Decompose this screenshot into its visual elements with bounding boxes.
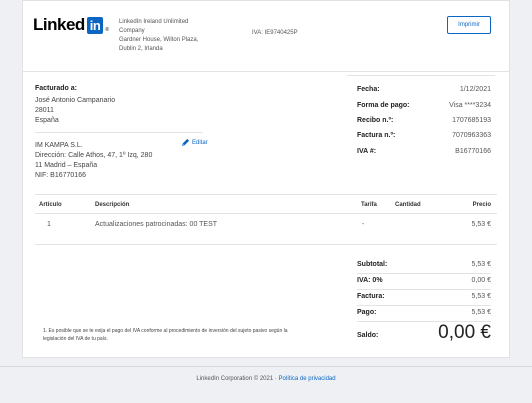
logo-text: Linked bbox=[33, 15, 85, 34]
header-price: Precio bbox=[472, 202, 491, 208]
header-divider bbox=[23, 71, 509, 72]
edit-label: Editar bbox=[192, 139, 208, 146]
company-line: Dublin 2, Irlanda bbox=[119, 46, 163, 52]
info-label: Factura n.º: bbox=[357, 132, 396, 139]
info-label: IVA #: bbox=[357, 148, 377, 155]
billed-to-line: España bbox=[35, 117, 59, 124]
info-value: Visa ****3234 bbox=[449, 102, 491, 109]
vat-value: 0,00 € bbox=[471, 277, 491, 284]
info-label: Recibo n.º: bbox=[357, 117, 394, 124]
billing-company-line: IM KAMPA S.L. bbox=[35, 142, 83, 149]
totals-divider bbox=[357, 305, 491, 306]
logo-in-badge: in bbox=[86, 16, 104, 34]
info-row-vat-number: IVA #: B16770166 bbox=[357, 148, 491, 158]
footer-copyright: LinkedIn Corporation © 2021 · bbox=[196, 376, 277, 382]
header-rate: Tarifa bbox=[361, 202, 377, 208]
info-row-invoice-number: Factura n.º: 7070963363 bbox=[357, 132, 491, 142]
table-header-divider bbox=[35, 213, 497, 214]
info-label: Forma de pago: bbox=[357, 102, 410, 109]
billing-company-line: 11 Madrid – España bbox=[35, 162, 98, 169]
row-description: Actualizaciones patrocinadas: 00 TEST bbox=[95, 221, 218, 228]
subtotal-label: Subtotal: bbox=[357, 261, 388, 268]
info-value: B16770166 bbox=[455, 148, 491, 155]
totals-payment: Pago: 5,53 € bbox=[357, 309, 491, 319]
billed-to-block: José Antonio Campanario 28011 España bbox=[35, 96, 115, 126]
balance-label: Saldo: bbox=[357, 332, 379, 339]
subtotal-value: 5,53 € bbox=[471, 261, 491, 268]
billing-divider bbox=[35, 132, 203, 133]
company-line: LinkedIn Ireland Unlimited bbox=[119, 19, 189, 25]
page-footer: LinkedIn Corporation © 2021 · Política d… bbox=[0, 376, 532, 382]
info-label: Fecha: bbox=[357, 86, 380, 93]
totals-divider bbox=[357, 273, 491, 274]
info-divider bbox=[347, 75, 495, 76]
table-bottom-divider bbox=[35, 244, 497, 245]
invoice-total-value: 5,53 € bbox=[471, 293, 491, 300]
table-top-divider bbox=[35, 194, 497, 195]
billed-to-title: Facturado a: bbox=[35, 85, 78, 92]
print-button[interactable]: Imprimir bbox=[447, 16, 491, 34]
totals-subtotal: Subtotal: 5,53 € bbox=[357, 261, 491, 271]
info-row-payment-method: Forma de pago: Visa ****3234 bbox=[357, 102, 491, 112]
pencil-icon bbox=[181, 138, 190, 147]
logo-trademark: ® bbox=[105, 27, 109, 33]
footer-divider bbox=[0, 366, 532, 367]
totals-vat: IVA: 0% 0,00 € bbox=[357, 277, 491, 287]
info-value: 1707685193 bbox=[452, 117, 491, 124]
info-row-receipt: Recibo n.º: 1707685193 bbox=[357, 117, 491, 127]
header-item: Artículo bbox=[39, 202, 62, 208]
totals-divider bbox=[357, 289, 491, 290]
table-row: 1 Actualizaciones patrocinadas: 00 TEST … bbox=[23, 221, 509, 233]
info-value: 1/12/2021 bbox=[459, 86, 491, 93]
company-line: Gardner House, Wilton Plaza, bbox=[119, 37, 199, 43]
billing-company-line: NIF: B16770166 bbox=[35, 172, 86, 179]
balance-value: 0,00 € bbox=[438, 322, 491, 343]
payment-label: Pago: bbox=[357, 309, 377, 316]
vat-note: 1. Es posible que se te exija el pago de… bbox=[43, 328, 288, 342]
linkedin-logo: Linked in ® bbox=[33, 15, 109, 35]
header-quantity: Cantidad bbox=[395, 202, 421, 208]
billing-company-line: Dirección: Calle Athos, 47, 1º Izq, 280 bbox=[35, 152, 153, 159]
edit-billing-link[interactable]: Editar bbox=[181, 138, 208, 147]
vat-label: IVA: 0% bbox=[357, 277, 383, 284]
totals-invoice: Factura: 5,53 € bbox=[357, 293, 491, 303]
company-address: LinkedIn Ireland Unlimited Company Gardn… bbox=[119, 18, 198, 54]
invoice-total-label: Factura: bbox=[357, 293, 385, 300]
info-value: 7070963363 bbox=[452, 132, 491, 139]
header-description: Descripción bbox=[95, 202, 130, 208]
billing-company-block: IM KAMPA S.L. Dirección: Calle Athos, 47… bbox=[35, 141, 152, 181]
info-row-date: Fecha: 1/12/2021 bbox=[357, 86, 491, 96]
invoice-card: Linked in ® LinkedIn Ireland Unlimited C… bbox=[22, 0, 510, 358]
privacy-policy-link[interactable]: Política de privacidad bbox=[279, 376, 336, 382]
billed-to-line: José Antonio Campanario bbox=[35, 97, 116, 104]
company-line: Company bbox=[119, 28, 145, 34]
billed-to-line: 28011 bbox=[35, 107, 54, 114]
row-price: 5,53 € bbox=[471, 221, 491, 228]
row-rate: - bbox=[362, 221, 365, 228]
company-vat: IVA: IE9740425P bbox=[252, 30, 298, 36]
row-item: 1 bbox=[47, 221, 51, 228]
payment-value: 5,53 € bbox=[471, 309, 491, 316]
